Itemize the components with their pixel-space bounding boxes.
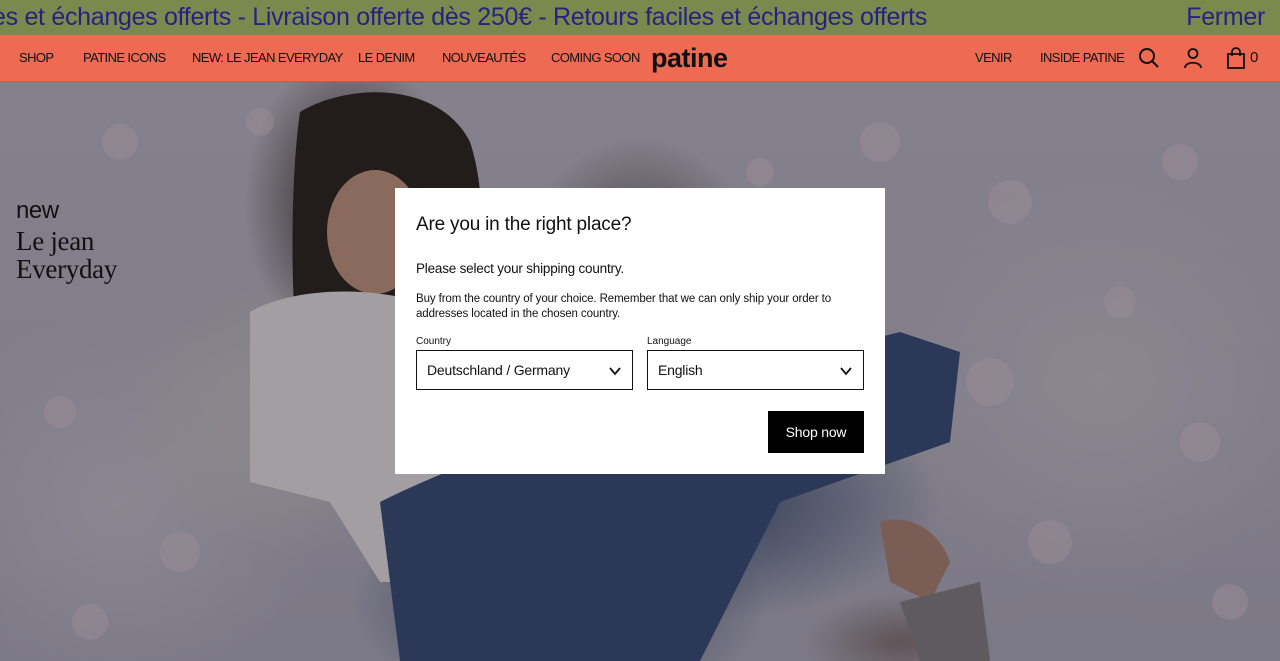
site-header: SHOP PATINE ICONS NEW: LE JEAN EVERYDAY …: [0, 35, 1280, 82]
country-select[interactable]: Deutschland / Germany: [416, 350, 633, 390]
bag-icon[interactable]: [1225, 47, 1247, 69]
nav-item-inside-patine[interactable]: INSIDE PATINE: [1040, 50, 1125, 65]
shop-now-button[interactable]: Shop now: [768, 411, 864, 453]
announcement-bar: es et échanges offerts - Livraison offer…: [0, 0, 1280, 35]
site-logo[interactable]: patine: [651, 43, 728, 73]
nav-item-le-denim[interactable]: LE DENIM: [358, 50, 415, 65]
chevron-down-icon: [609, 367, 621, 376]
nav-item-shop[interactable]: SHOP: [19, 50, 54, 65]
hero-tag-everyday: Everyday: [16, 254, 118, 284]
nav-item-coming-soon[interactable]: COMING SOON: [551, 50, 640, 65]
modal-subtitle: Please select your shipping country.: [416, 261, 624, 276]
search-icon[interactable]: [1138, 47, 1160, 69]
cart-count: 0: [1250, 49, 1259, 66]
language-select-value: English: [658, 362, 703, 378]
user-icon[interactable]: [1182, 47, 1204, 69]
language-select[interactable]: English: [647, 350, 864, 390]
hero-tag-le-jean: Le jean: [16, 226, 95, 256]
language-label: Language: [647, 336, 692, 347]
country-label: Country: [416, 336, 452, 347]
announcement-text: es et échanges offerts - Livraison offer…: [0, 3, 927, 31]
hero-tag-new: new: [16, 197, 59, 224]
nav-item-venir[interactable]: VENIR: [975, 50, 1012, 65]
country-select-value: Deutschland / Germany: [427, 362, 570, 378]
chevron-down-icon: [840, 367, 852, 376]
nav-item-new-jean-everyday[interactable]: NEW: LE JEAN EVERYDAY: [192, 50, 343, 65]
nav-item-nouveautes[interactable]: NOUVEAUTÉS: [442, 50, 526, 65]
country-selector-modal: Are you in the right place? Please selec…: [395, 188, 885, 474]
modal-title: Are you in the right place?: [416, 214, 632, 235]
nav-item-patine-icons[interactable]: PATINE ICONS: [83, 50, 166, 65]
modal-info: Buy from the country of your choice. Rem…: [416, 293, 832, 320]
announcement-close-button[interactable]: Fermer: [1186, 1, 1265, 33]
